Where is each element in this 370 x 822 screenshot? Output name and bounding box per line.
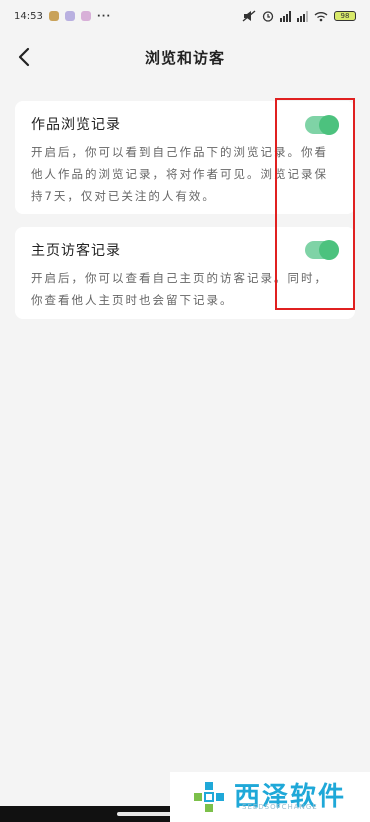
alarm-icon xyxy=(262,11,274,22)
page-title: 浏览和访客 xyxy=(144,48,225,67)
app-notification-icon xyxy=(64,11,75,21)
chevron-left-icon xyxy=(18,47,30,67)
signal-icon xyxy=(280,10,291,22)
highlight-box xyxy=(275,98,355,310)
battery-icon: 98 xyxy=(334,11,356,21)
mute-icon xyxy=(242,10,256,22)
app-notification-icon xyxy=(80,11,91,21)
page-header: 浏览和访客 xyxy=(0,40,370,74)
watermark-logo-icon xyxy=(194,782,224,812)
watermark-subtitle: SEEDSOFCHANGE xyxy=(242,803,318,811)
status-right: 98 xyxy=(242,10,356,22)
wifi-icon xyxy=(314,11,328,21)
app-notification-icon xyxy=(48,11,59,21)
more-notifications-icon: ··· xyxy=(96,10,112,22)
home-indicator[interactable] xyxy=(117,812,253,816)
status-time: 14:53 xyxy=(14,10,43,22)
battery-level: 98 xyxy=(340,12,350,20)
status-bar: 14:53 ··· 98 xyxy=(0,0,370,32)
back-button[interactable] xyxy=(12,45,36,69)
signal-icon xyxy=(297,10,308,22)
status-left: 14:53 ··· xyxy=(14,11,111,22)
